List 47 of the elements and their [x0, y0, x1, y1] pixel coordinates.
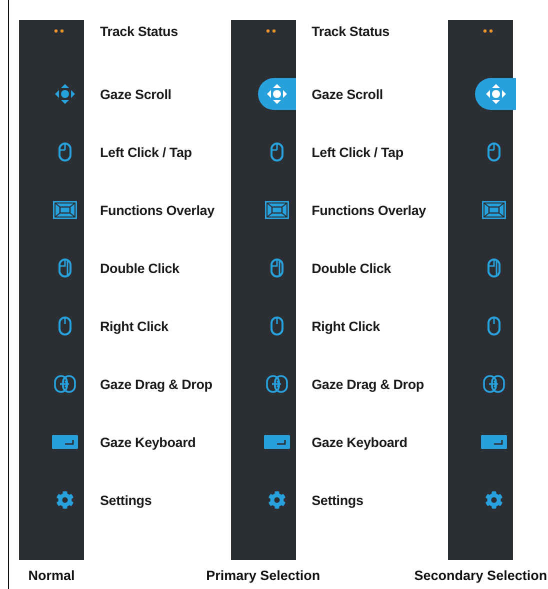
function-label: Double Click — [100, 260, 180, 276]
function-label: Gaze Drag & Drop — [100, 376, 212, 392]
drag-drop-icon — [483, 375, 506, 393]
mouse-icon — [270, 316, 284, 336]
state-caption: Primary Selection — [206, 568, 320, 583]
mouse-icon — [487, 142, 502, 162]
tool-button[interactable] — [258, 78, 296, 110]
function-label: Functions Overlay — [100, 202, 214, 218]
settings-icon — [485, 491, 504, 509]
move-arrows-icon — [484, 83, 507, 105]
function-label: Gaze Scroll — [100, 86, 172, 102]
move-arrows-icon — [54, 83, 76, 105]
function-label: Left Click / Tap — [100, 144, 192, 160]
function-label: Double Click — [312, 260, 391, 276]
settings-icon — [268, 491, 286, 509]
function-label: Right Click — [312, 318, 380, 334]
mouse-icon — [270, 258, 284, 278]
state-caption: Secondary Selection — [414, 568, 548, 583]
function-label: Gaze Keyboard — [100, 434, 196, 450]
function-label: Gaze Drag & Drop — [312, 376, 424, 392]
tool-button[interactable] — [475, 78, 516, 110]
function-label: Settings — [312, 492, 364, 508]
function-label: Settings — [100, 492, 152, 508]
drag-drop-icon — [54, 375, 76, 393]
mouse-icon — [58, 142, 72, 162]
function-label: Gaze Scroll — [312, 86, 383, 102]
overlay-frame-icon — [264, 201, 289, 219]
mouse-icon — [487, 258, 502, 278]
overlay-frame-icon — [482, 201, 506, 219]
mouse-icon — [487, 316, 502, 336]
function-label: Track Status — [100, 24, 178, 38]
state-caption: Normal — [28, 568, 75, 583]
function-label: Track Status — [312, 24, 390, 38]
function-label: Functions Overlay — [312, 202, 426, 218]
keyboard-icon — [52, 435, 78, 449]
settings-icon — [56, 491, 74, 509]
mouse-icon — [58, 258, 72, 278]
function-label: Gaze Keyboard — [312, 434, 408, 450]
keyboard-icon — [481, 435, 508, 449]
move-arrows-icon — [266, 83, 288, 105]
keyboard-icon — [264, 435, 290, 449]
function-label: Left Click / Tap — [312, 144, 404, 160]
overlay-frame-icon — [53, 201, 77, 219]
mouse-icon — [270, 142, 284, 162]
mouse-icon — [58, 316, 72, 336]
drag-drop-icon — [266, 375, 288, 393]
function-label: Right Click — [100, 318, 168, 334]
